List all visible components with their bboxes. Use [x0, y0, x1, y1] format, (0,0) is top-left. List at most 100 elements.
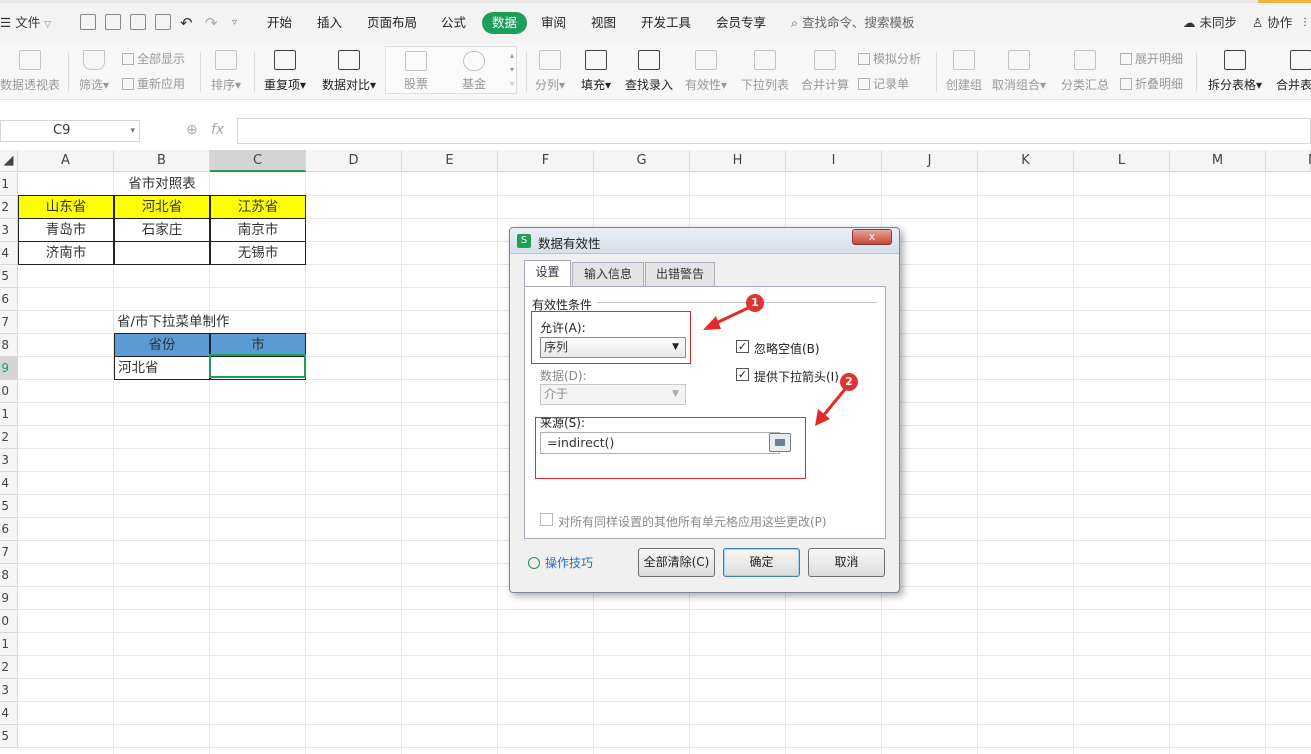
- redo-icon[interactable]: ↷: [205, 13, 218, 33]
- ignore-blank-label[interactable]: 忽略空值(B): [754, 340, 820, 357]
- tab-view[interactable]: 视图: [591, 12, 616, 34]
- collab-button[interactable]: ♙ 协作: [1252, 13, 1292, 33]
- row-header[interactable]: 5: [0, 725, 18, 748]
- table1-header-b[interactable]: 河北省: [114, 195, 210, 219]
- ok-button[interactable]: 确定: [723, 548, 800, 577]
- column-header-b[interactable]: B: [114, 150, 210, 172]
- data-select[interactable]: 介于 ▼: [540, 384, 686, 405]
- fx-icon[interactable]: fx: [211, 122, 224, 138]
- gallery-scroll-icon[interactable]: ▴ ▾ ▿: [510, 49, 514, 91]
- cancel-button[interactable]: 取消: [808, 548, 885, 577]
- stock-fund-gallery[interactable]: 股票 基金 ▴ ▾ ▿: [385, 46, 517, 94]
- tab-data[interactable]: 数据: [482, 12, 528, 34]
- row-header[interactable]: 2: [0, 426, 18, 449]
- apply-all-checkbox[interactable]: [540, 513, 553, 526]
- table2-cell-b9[interactable]: 河北省: [114, 356, 210, 380]
- row-header[interactable]: 8: [0, 564, 18, 587]
- stock-button[interactable]: 股票: [400, 51, 432, 92]
- create-group-button[interactable]: 创建组: [942, 50, 986, 93]
- command-search[interactable]: ⌕ 查找命令、搜索模板: [791, 13, 915, 33]
- row-header[interactable]: 0: [0, 610, 18, 633]
- tips-link[interactable]: 操作技巧: [528, 554, 593, 571]
- table1-header-c[interactable]: 江苏省: [210, 195, 306, 219]
- merge-table-button[interactable]: 合并表: [1276, 50, 1311, 93]
- table1-cell-a4[interactable]: 济南市: [18, 241, 114, 265]
- column-header-a[interactable]: A: [18, 150, 114, 172]
- row-header[interactable]: 4: [0, 702, 18, 725]
- column-header-j[interactable]: J: [882, 150, 978, 172]
- split-table-button[interactable]: 拆分表格▾: [1204, 50, 1266, 93]
- row-header[interactable]: 4: [0, 472, 18, 495]
- column-header-h[interactable]: H: [690, 150, 786, 172]
- table2-title[interactable]: 省/市下拉菜单制作: [114, 311, 230, 334]
- column-header-m[interactable]: M: [1170, 150, 1266, 172]
- row-header[interactable]: 5: [0, 495, 18, 518]
- row-header[interactable]: 3: [0, 679, 18, 702]
- column-header-d[interactable]: D: [306, 150, 402, 172]
- formula-zoom-icon[interactable]: ⊕: [186, 122, 198, 138]
- tab-settings[interactable]: 设置: [524, 260, 571, 287]
- formula-input[interactable]: [237, 118, 1311, 144]
- row-header[interactable]: 5: [0, 265, 18, 288]
- row-header[interactable]: 9: [0, 357, 18, 380]
- clear-all-button[interactable]: 全部清除(C): [638, 548, 715, 577]
- record-form-button[interactable]: 记录单: [858, 75, 909, 92]
- more-icon[interactable]: ⋮: [1300, 13, 1310, 33]
- row-header[interactable]: 3: [0, 449, 18, 472]
- quick-access-more-icon[interactable]: ▿: [232, 13, 237, 33]
- table1-cell-b3[interactable]: 石家庄: [114, 218, 210, 242]
- sort-button[interactable]: 排序▾: [206, 50, 246, 93]
- tab-input-message[interactable]: 输入信息: [572, 262, 644, 286]
- select-all-corner[interactable]: ◢: [0, 150, 18, 172]
- sync-status[interactable]: ☁ 未同步: [1183, 13, 1237, 33]
- row-header[interactable]: 3: [0, 219, 18, 242]
- name-box[interactable]: C9 ▾: [0, 120, 140, 142]
- table1-cell-b4[interactable]: [114, 241, 210, 265]
- file-menu[interactable]: ☰ 文件 ▽: [0, 13, 51, 33]
- table1-cell-c4[interactable]: 无锡市: [210, 241, 306, 265]
- undo-icon[interactable]: ↶: [180, 13, 193, 33]
- column-header-i[interactable]: I: [786, 150, 882, 172]
- export-icon[interactable]: [105, 14, 121, 30]
- column-header-n[interactable]: N: [1266, 150, 1311, 172]
- row-header[interactable]: 0: [0, 380, 18, 403]
- dropdown-list-button[interactable]: 下拉列表: [738, 50, 792, 93]
- row-header[interactable]: 7: [0, 541, 18, 564]
- chevron-down-icon[interactable]: ▾: [130, 121, 135, 141]
- tab-member[interactable]: 会员专享: [716, 12, 766, 34]
- fill-button[interactable]: 填充▾: [578, 50, 614, 93]
- in-cell-dropdown-checkbox[interactable]: ✓: [736, 368, 749, 381]
- ungroup-button[interactable]: 取消组合▾: [990, 50, 1048, 93]
- tab-review[interactable]: 审阅: [541, 12, 566, 34]
- what-if-button[interactable]: 模拟分析: [858, 50, 921, 67]
- table1-cell-a3[interactable]: 青岛市: [18, 218, 114, 242]
- row-header[interactable]: 1: [0, 633, 18, 656]
- expand-detail-button[interactable]: 展开明细: [1120, 50, 1183, 67]
- row-header[interactable]: 9: [0, 587, 18, 610]
- table1-cell-c3[interactable]: 南京市: [210, 218, 306, 242]
- pivot-table-button[interactable]: 数据透视表: [0, 50, 60, 93]
- ignore-blank-checkbox[interactable]: ✓: [736, 340, 749, 353]
- save-icon[interactable]: [80, 14, 96, 30]
- print-icon[interactable]: [130, 14, 146, 30]
- row-header[interactable]: 1: [0, 403, 18, 426]
- validity-button[interactable]: 有效性▾: [682, 50, 730, 93]
- row-header[interactable]: 4: [0, 242, 18, 265]
- apply-all-label[interactable]: 对所有同样设置的其他所有单元格应用这些更改(P): [558, 513, 827, 530]
- row-header[interactable]: 2: [0, 196, 18, 219]
- row-header[interactable]: 7: [0, 311, 18, 334]
- tab-page-layout[interactable]: 页面布局: [367, 12, 417, 34]
- preview-icon[interactable]: [155, 14, 171, 30]
- tab-formulas[interactable]: 公式: [441, 12, 466, 34]
- tab-home[interactable]: 开始: [267, 12, 292, 34]
- close-button[interactable]: x: [852, 229, 892, 245]
- filter-button[interactable]: 筛选▾: [74, 50, 114, 93]
- duplicates-button[interactable]: 重复项▾: [262, 50, 308, 93]
- row-header[interactable]: 6: [0, 288, 18, 311]
- tab-developer[interactable]: 开发工具: [641, 12, 691, 34]
- row-header[interactable]: 8: [0, 334, 18, 357]
- collapse-detail-button[interactable]: 折叠明细: [1120, 75, 1183, 92]
- row-header[interactable]: 2: [0, 656, 18, 679]
- active-window-tab[interactable]: [1258, 0, 1311, 3]
- fund-button[interactable]: 基金: [458, 51, 490, 92]
